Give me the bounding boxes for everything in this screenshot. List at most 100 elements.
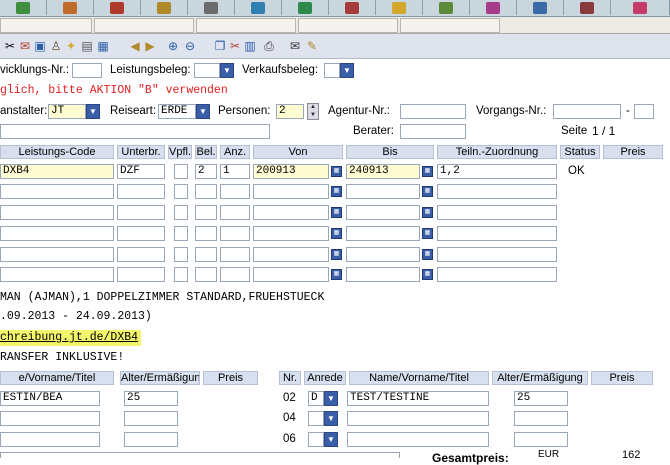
cell-bis[interactable]	[346, 184, 420, 199]
cell-anz[interactable]	[220, 267, 250, 282]
cell-code[interactable]	[0, 247, 114, 262]
calendar-icon[interactable]: ▦	[331, 249, 342, 260]
person-name-input[interactable]	[347, 432, 489, 447]
person-alter-input[interactable]	[514, 411, 568, 426]
verkaufsbeleg-select[interactable]	[324, 63, 340, 78]
module-button-6[interactable]	[235, 0, 282, 15]
calculator-icon[interactable]: ▦	[96, 39, 110, 53]
cell-vpfl[interactable]	[174, 184, 188, 199]
module-button-2[interactable]	[47, 0, 94, 15]
person-name-input[interactable]: ESTIN/BEA	[0, 391, 100, 406]
module-button-5[interactable]	[188, 0, 235, 15]
cell-bel[interactable]	[195, 267, 217, 282]
pen-icon[interactable]: ✎	[305, 39, 319, 53]
module-button-3[interactable]	[94, 0, 141, 15]
arrow-left-icon[interactable]: ◀	[128, 39, 142, 53]
calendar-icon[interactable]: ▦	[422, 166, 433, 177]
cell-bel[interactable]	[195, 205, 217, 220]
module-button-9[interactable]	[376, 0, 423, 15]
calendar-icon[interactable]: ▦	[422, 249, 433, 260]
cell-vpfl[interactable]	[174, 164, 188, 179]
cell-von[interactable]	[253, 247, 329, 262]
berater-input[interactable]	[400, 124, 466, 139]
cell-teiln[interactable]	[437, 267, 557, 282]
module-button-1[interactable]	[0, 0, 47, 15]
copy-icon[interactable]: ❐	[213, 39, 227, 53]
abwicklungs-input[interactable]	[72, 63, 102, 78]
person-alter-input[interactable]	[124, 411, 178, 426]
cell-code[interactable]: DXB4	[0, 164, 114, 179]
arrow-right-icon[interactable]: ▶	[143, 39, 157, 53]
leistungsbeleg-dropdown[interactable]: ▼	[220, 63, 234, 78]
cell-unterbr[interactable]	[117, 184, 165, 199]
person-name-input[interactable]	[0, 432, 100, 447]
anrede-select[interactable]	[308, 411, 324, 426]
freetext-input[interactable]	[0, 124, 270, 139]
module-button-10[interactable]	[423, 0, 470, 15]
verkaufsbeleg-dropdown[interactable]: ▼	[340, 63, 354, 78]
cell-bis[interactable]: 240913	[346, 164, 420, 179]
anrede-select[interactable]	[308, 432, 324, 447]
leistungsbeleg-select[interactable]	[194, 63, 220, 78]
cell-vpfl[interactable]	[174, 226, 188, 241]
cell-bis[interactable]	[346, 205, 420, 220]
reiseart-select[interactable]: ERDE	[158, 104, 196, 119]
person-name-input[interactable]: TEST/TESTINE	[347, 391, 489, 406]
module-button-13[interactable]	[564, 0, 611, 15]
tab-4[interactable]	[298, 18, 398, 33]
cell-anz[interactable]	[220, 247, 250, 262]
module-button-8[interactable]	[329, 0, 376, 15]
cell-anz[interactable]	[220, 205, 250, 220]
cell-unterbr[interactable]: DZF	[117, 164, 165, 179]
cell-code[interactable]	[0, 205, 114, 220]
cell-unterbr[interactable]	[117, 247, 165, 262]
person-alter-input[interactable]: 25	[514, 391, 568, 406]
person-alter-input[interactable]	[124, 432, 178, 447]
cell-teiln[interactable]: 1,2	[437, 164, 557, 179]
veranstalter-select[interactable]: JT	[48, 104, 86, 119]
cell-bel[interactable]	[195, 247, 217, 262]
anrede-select[interactable]: D	[308, 391, 324, 406]
footer-input[interactable]	[0, 452, 400, 458]
cell-von[interactable]: 200913	[253, 164, 329, 179]
anrede-dropdown[interactable]: ▼	[324, 411, 338, 426]
cell-anz[interactable]	[220, 226, 250, 241]
mail-icon[interactable]: ✉	[18, 39, 32, 53]
print-icon[interactable]: ⎙	[262, 39, 276, 53]
envelope-icon[interactable]: ✉	[288, 39, 302, 53]
clipboard-icon[interactable]: ▤	[80, 39, 94, 53]
person-alter-input[interactable]: 25	[124, 391, 178, 406]
reiseart-dropdown[interactable]: ▼	[196, 104, 210, 119]
veranstalter-dropdown[interactable]: ▼	[86, 104, 100, 119]
module-button-12[interactable]	[517, 0, 564, 15]
cell-bel[interactable]	[195, 184, 217, 199]
cell-von[interactable]	[253, 226, 329, 241]
cell-vpfl[interactable]	[174, 205, 188, 220]
module-button-11[interactable]	[470, 0, 517, 15]
cell-teiln[interactable]	[437, 184, 557, 199]
calendar-icon[interactable]: ▦	[331, 186, 342, 197]
cell-bel[interactable]	[195, 226, 217, 241]
zoom-in-icon[interactable]: ⊕	[166, 39, 180, 53]
cell-unterbr[interactable]	[117, 205, 165, 220]
personen-spinner[interactable]: ▲ ▼	[307, 103, 319, 120]
tab-1[interactable]	[0, 18, 92, 33]
cell-bel[interactable]: 2	[195, 164, 217, 179]
cell-unterbr[interactable]	[117, 267, 165, 282]
cell-bis[interactable]	[346, 267, 420, 282]
cell-bis[interactable]	[346, 247, 420, 262]
personen-input[interactable]: 2	[276, 104, 304, 119]
module-button-4[interactable]	[141, 0, 188, 15]
tab-3[interactable]	[196, 18, 296, 33]
cell-von[interactable]	[253, 267, 329, 282]
cell-teiln[interactable]	[437, 247, 557, 262]
calendar-icon[interactable]: ▦	[422, 228, 433, 239]
cell-code[interactable]	[0, 226, 114, 241]
cell-code[interactable]	[0, 184, 114, 199]
tools-icon[interactable]: ✂	[3, 39, 17, 53]
module-button-7[interactable]	[282, 0, 329, 15]
agentur-input[interactable]	[400, 104, 466, 119]
cell-teiln[interactable]	[437, 205, 557, 220]
cell-von[interactable]	[253, 205, 329, 220]
anrede-dropdown[interactable]: ▼	[324, 432, 338, 447]
